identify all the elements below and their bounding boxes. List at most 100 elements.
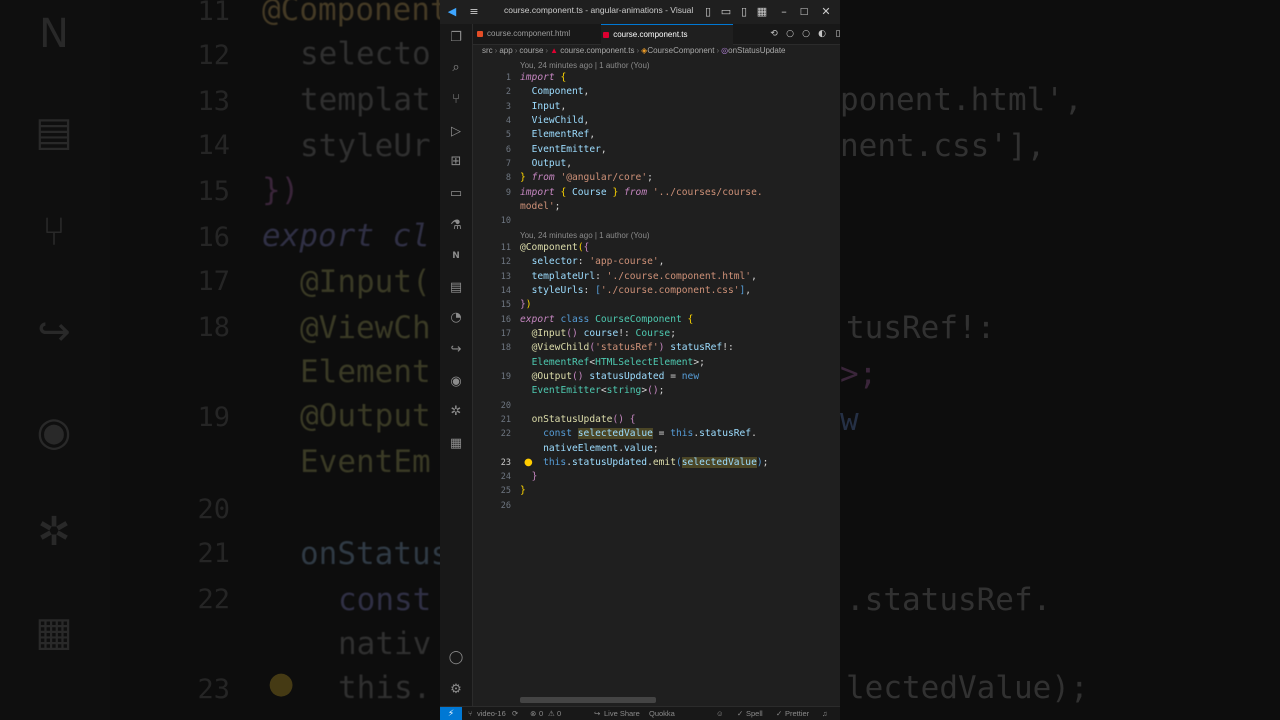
codelens-blame[interactable]: You, 24 minutes ago | 1 author (You) bbox=[520, 231, 650, 240]
codelens-blame[interactable]: You, 24 minutes ago | 1 author (You) bbox=[520, 61, 650, 70]
extensions-icon[interactable]: ⊞ bbox=[446, 152, 466, 172]
github-icon[interactable]: ◉ bbox=[446, 372, 466, 392]
code-editor[interactable]: You, 24 minutes ago | 1 author (You) 1 2… bbox=[473, 58, 840, 694]
docker-icon[interactable]: ▦ bbox=[446, 434, 466, 454]
testing-icon[interactable]: ⚗ bbox=[446, 216, 466, 236]
line-number: 18 bbox=[500, 343, 511, 353]
live-share-button[interactable]: Live Share bbox=[604, 707, 640, 720]
breadcrumb: src › app › course › ▲ course.component.ts › ◈Co… bbox=[482, 46, 786, 55]
line-number: 15 bbox=[500, 300, 511, 310]
line-number: 8 bbox=[505, 173, 511, 183]
line-number: 6 bbox=[505, 145, 511, 155]
line-number: 19 bbox=[500, 372, 511, 382]
line-number: 5 bbox=[505, 130, 511, 140]
circle-icon[interactable]: ○ bbox=[799, 26, 813, 42]
go-forward-icon[interactable]: ○ bbox=[783, 26, 797, 42]
spell-button[interactable]: Spell bbox=[746, 707, 763, 720]
toggle-secondary-sidebar-icon[interactable]: ▯ bbox=[736, 4, 752, 20]
sync-icon[interactable]: ⟳ bbox=[512, 707, 518, 720]
branch-icon: ⑂ bbox=[468, 709, 473, 718]
settings-gear-icon[interactable]: ⚙ bbox=[446, 680, 466, 700]
code-line-7: Output, bbox=[531, 158, 572, 169]
line-number: 24 bbox=[500, 472, 511, 482]
breadcrumb-item[interactable]: CourseComponent bbox=[647, 46, 714, 55]
line-number: 10 bbox=[500, 216, 511, 226]
code-line-1: import { bbox=[520, 72, 567, 83]
line-number: 14 bbox=[500, 286, 511, 296]
code-line-22: const selectedValue = this.statusRef. bbox=[543, 428, 757, 439]
notifications-icon[interactable]: ♫ bbox=[822, 707, 828, 720]
breadcrumb-item[interactable]: onStatusUpdate bbox=[728, 46, 785, 55]
tab-label: course.component.html bbox=[487, 29, 571, 38]
compare-icon[interactable]: ◐ bbox=[815, 26, 829, 42]
line-number: 17 bbox=[500, 329, 511, 339]
breadcrumb-item[interactable]: course.component.ts bbox=[560, 46, 634, 55]
breadcrumb-item[interactable]: course bbox=[519, 46, 543, 55]
line-number: 16 bbox=[500, 315, 511, 325]
source-control-icon[interactable]: ⑂ bbox=[446, 90, 466, 110]
line-number: 3 bbox=[505, 102, 511, 112]
lightbulb-icon[interactable]: ● bbox=[524, 457, 533, 468]
breadcrumb-item[interactable]: app bbox=[499, 46, 512, 55]
code-line-21: onStatusUpdate() { bbox=[531, 414, 636, 425]
horizontal-scrollbar[interactable] bbox=[520, 697, 656, 703]
code-line-18: @ViewChild('statusRef') statusRef!: bbox=[531, 342, 734, 353]
error-icon: ⊗ bbox=[530, 709, 537, 718]
toggle-sidebar-icon[interactable]: ▯ bbox=[700, 4, 716, 20]
line-number-active: 23 bbox=[500, 458, 511, 468]
warnings-count[interactable]: 0 bbox=[557, 707, 561, 720]
window-title: course.component.ts - angular-animations… bbox=[504, 5, 694, 15]
accounts-icon[interactable]: ◯ bbox=[446, 648, 466, 668]
maximize-icon[interactable]: □ bbox=[796, 4, 812, 20]
live-share-icon[interactable]: ↪ bbox=[446, 340, 466, 360]
remote-indicator-icon[interactable]: ⚡ bbox=[440, 707, 462, 720]
check-icon: ✓ bbox=[776, 709, 783, 718]
code-line-11: @Component({ bbox=[520, 242, 590, 253]
tab-course-component-html[interactable]: course.component.html bbox=[477, 24, 593, 44]
minimize-icon[interactable]: – bbox=[776, 4, 792, 20]
go-back-icon[interactable]: ⟲ bbox=[767, 26, 781, 42]
code-line-24: } bbox=[531, 471, 538, 482]
code-line-13: templateUrl: './course.component.html', bbox=[531, 271, 757, 282]
check-icon: ✓ bbox=[737, 709, 744, 718]
line-number: 7 bbox=[505, 159, 511, 169]
explorer-icon[interactable]: ❐ bbox=[446, 28, 466, 48]
line-number: 12 bbox=[500, 257, 511, 267]
run-debug-icon[interactable]: ▷ bbox=[446, 122, 466, 142]
problems-count[interactable]: 0 bbox=[539, 707, 543, 720]
prettier-button[interactable]: Prettier bbox=[785, 707, 809, 720]
editor-tabs: course.component.html course.component.t… bbox=[473, 24, 840, 45]
line-number: 11 bbox=[500, 243, 511, 253]
remote-explorer-icon[interactable]: ▭ bbox=[446, 184, 466, 204]
html-file-icon bbox=[477, 31, 483, 37]
code-line-4: ViewChild, bbox=[531, 115, 590, 126]
code-line-3: Input, bbox=[531, 101, 567, 112]
activity-bar: ❐ ⌕ ⑂ ▷ ⊞ ▭ ⚗ N ▤ ◔ ↪ ◉ ✲ ▦ ◯ ⚙ bbox=[440, 24, 473, 706]
split-editor-icon[interactable]: ▯ bbox=[831, 26, 840, 42]
menu-icon[interactable]: ≡ bbox=[466, 4, 482, 20]
branch-name[interactable]: video-16 bbox=[477, 707, 506, 720]
line-number: 21 bbox=[500, 415, 511, 425]
nx-console-icon[interactable]: N bbox=[446, 246, 466, 266]
code-line-23: this.statusUpdated.emit(selectedValue); bbox=[543, 457, 769, 468]
code-line-12: selector: 'app-course', bbox=[531, 256, 665, 267]
code-line-2: Component, bbox=[531, 86, 590, 97]
code-line-5: ElementRef, bbox=[531, 129, 596, 140]
vscode-logo-icon: ◀ bbox=[447, 5, 457, 18]
tab-course-component-ts[interactable]: course.component.ts bbox=[601, 24, 733, 45]
code-line-19: @Output() statusUpdated = new bbox=[531, 371, 700, 382]
quokka-button[interactable]: Quokka bbox=[649, 707, 675, 720]
breadcrumb-item[interactable]: src bbox=[482, 46, 493, 55]
line-number: 4 bbox=[505, 116, 511, 126]
customize-layout-icon[interactable]: ▦ bbox=[754, 4, 770, 20]
clipboard-icon[interactable]: ▤ bbox=[446, 278, 466, 298]
close-icon[interactable]: ✕ bbox=[818, 4, 834, 20]
code-line-19-wrap: EventEmitter<string>(); bbox=[531, 385, 665, 396]
line-number: 22 bbox=[500, 429, 511, 439]
angular-file-icon: ▲ bbox=[550, 46, 558, 55]
search-icon[interactable]: ⌕ bbox=[446, 58, 466, 78]
kubernetes-icon[interactable]: ✲ bbox=[446, 402, 466, 422]
copilot-icon[interactable]: ☺ bbox=[716, 707, 724, 720]
git-graph-icon[interactable]: ◔ bbox=[446, 308, 466, 328]
toggle-panel-icon[interactable]: ▭ bbox=[718, 4, 734, 20]
